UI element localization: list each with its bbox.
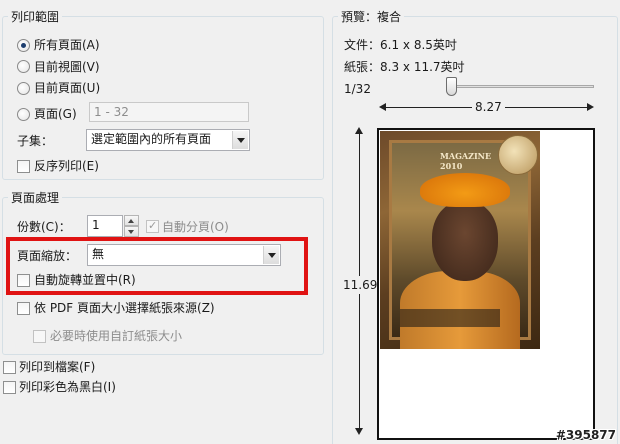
pages-range-input[interactable]: 1 - 32 [89,102,249,122]
choose-paper-source-checkbox[interactable] [17,302,30,315]
arrow-left-icon [379,103,386,111]
preview-title: 預覽：複合 [338,8,405,25]
reverse-pages-label: 反序列印(E) [34,159,99,173]
watermark-id: #395877 [555,428,616,442]
print-to-file-label: 列印到檔案(F) [19,360,96,374]
cover-figure-headwrap [420,173,510,207]
copies-decrement-button[interactable] [124,226,139,237]
print-grayscale-checkbox[interactable] [3,381,16,394]
cover-banner [400,309,500,327]
copies-increment-button[interactable] [124,215,139,226]
magazine-cover-image: MAGAZINE 2010 [380,131,540,349]
current-page-label: 目前頁面(U) [34,81,101,95]
page-counter: 1/32 [344,82,371,96]
print-to-file-checkbox[interactable] [3,361,16,374]
collate-checkbox[interactable] [146,219,159,233]
globe-icon [498,135,538,175]
page-handling-title: 頁面處理 [8,189,63,206]
arrow-right-icon [587,103,594,111]
radio-current-page[interactable] [17,82,30,95]
custom-paper-checkbox[interactable] [33,330,46,343]
print-range-title: 列印範圍 [8,8,63,25]
chevron-down-icon [232,131,248,149]
subset-select-value: 選定範圍內的所有頁面 [91,132,212,146]
print-grayscale-label: 列印彩色為黑白(I) [19,380,116,394]
page-slider-track[interactable] [448,85,594,88]
document-size-label: 文件：6.1 x 8.5英吋 [344,38,457,52]
reverse-pages-checkbox[interactable] [17,160,30,173]
page-slider-thumb[interactable] [446,77,457,96]
cover-year-text: 2010 [440,161,463,171]
copies-input[interactable]: 1 [87,215,123,237]
cover-figure-face [432,201,498,281]
copies-label: 份數(C)： [17,220,71,234]
collate-label: 自動分頁(O) [162,220,229,234]
radio-current-view[interactable] [17,60,30,73]
arrow-down-icon [355,428,363,435]
height-dimension-label: 11.69 [343,276,378,294]
cover-title: MAGAZINE 2010 [440,151,491,171]
pages-label: 頁面(G) [34,107,77,121]
subset-select[interactable]: 選定範圍內的所有頁面 [86,129,250,151]
highlight-box [6,237,308,295]
radio-all-pages[interactable] [17,39,30,52]
width-dimension-label: 8.27 [472,100,505,114]
arrow-up-icon [355,127,363,134]
cover-title-text: MAGAZINE [440,151,492,161]
all-pages-label: 所有頁面(A) [34,38,100,52]
radio-pages[interactable] [17,108,30,121]
choose-paper-source-label: 依 PDF 頁面大小選擇紙張來源(Z) [34,301,215,315]
paper-size-label: 紙張：8.3 x 11.7英吋 [344,60,465,74]
subset-label: 子集： [17,134,54,148]
custom-paper-label: 必要時使用自訂紙張大小 [50,329,183,343]
current-view-label: 目前視圖(V) [34,60,100,74]
